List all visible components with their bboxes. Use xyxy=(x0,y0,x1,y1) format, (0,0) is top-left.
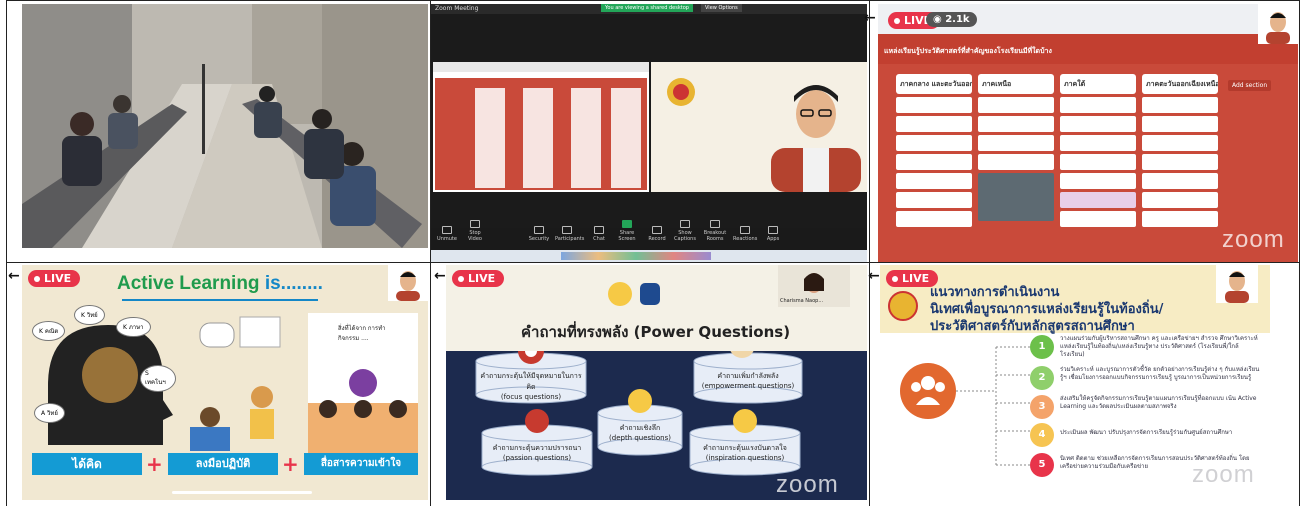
step-connector-lines xyxy=(956,346,1030,466)
presenter-thumbnail xyxy=(1258,4,1298,44)
grid-line-vertical xyxy=(6,0,7,506)
school-logo xyxy=(888,291,918,321)
bubble-k-language: K ภาษา xyxy=(116,317,151,337)
live-badge: LIVE xyxy=(452,270,505,287)
slide-title: Active Learning is........ xyxy=(117,273,323,294)
eye-icon: ◉ xyxy=(933,14,946,25)
panel-supervision-steps: LIVE แนวทางการดำเนินงาน นิเทศเพื่อบูรณาก… xyxy=(880,265,1270,493)
step-number-2: 2 xyxy=(1030,366,1054,390)
toolbar-breakout[interactable]: Breakout Rooms xyxy=(703,220,727,242)
zoom-watermark: zoom xyxy=(1222,226,1285,253)
zoom-toolbar: Unmute Stop Video Security Participants … xyxy=(431,220,867,250)
plus-sign: + xyxy=(146,452,163,476)
participant-name: Charisma Naop... xyxy=(780,298,824,304)
step-number-5: 5 xyxy=(1030,453,1054,477)
bubble-k-math: K คณิต xyxy=(32,321,66,341)
meeting-room-illustration xyxy=(22,4,428,248)
panel-meeting-room-photo xyxy=(22,4,428,248)
thinking-emoji-icon xyxy=(608,282,660,306)
viewer-count-badge: ◉ 2.1k xyxy=(926,12,977,27)
board-column-central: ภาคกลาง และตะวันออก xyxy=(896,74,972,249)
bubble-s-tech: S เทคโนฯ xyxy=(140,365,176,392)
step-number-3: 3 xyxy=(1030,395,1054,419)
view-options-button[interactable]: View Options xyxy=(701,4,742,12)
footer-communicate: สื่อสารความเข้าใจ xyxy=(304,453,418,475)
footer-think: ได้คิด xyxy=(32,453,142,475)
question-focus: คำถามกระตุ้นให้มีจุดหมายในการคิด (focus q… xyxy=(480,372,582,401)
slide-title: คำถามที่ทรงพลัง (Power Questions) xyxy=(521,323,791,341)
panel-active-learning: LIVE Active Learning is........ K คณิต K… xyxy=(22,265,428,500)
zoom-top-bar: Zoom Meeting You are viewing a shared de… xyxy=(431,4,867,14)
step-number-1: 1 xyxy=(1030,335,1054,359)
step-text-3: ส่งเสริมให้ครูจัดกิจกรรมการเรียนรู้ตามแผ… xyxy=(1060,395,1257,410)
note-text: สิ่งที่ได้จาก การทำกิจกรรม .... xyxy=(338,325,386,342)
speaker-illustration xyxy=(667,78,861,192)
toolbar-reactions[interactable]: Reactions xyxy=(733,226,757,242)
board-column-south: ภาคใต้ xyxy=(1060,74,1136,249)
zoom-title: Zoom Meeting xyxy=(435,5,479,12)
zoom-watermark: zoom xyxy=(776,471,839,498)
grid-line-vertical xyxy=(869,0,870,506)
board-header: แหล่งเรียนรู้ประวัติศาสตร์ที่สำคัญของโรง… xyxy=(878,34,1298,64)
step-number-4: 4 xyxy=(1030,423,1054,447)
hands-on-illustration xyxy=(190,316,281,451)
toolbar-apps[interactable]: Apps xyxy=(761,226,785,242)
grid-line-vertical xyxy=(1299,0,1300,506)
bubble-a-science: A วิทย์ xyxy=(34,403,65,423)
live-badge: LIVE xyxy=(28,270,81,287)
toolbar-participants[interactable]: Participants xyxy=(555,226,584,242)
back-arrow-icon[interactable]: ← xyxy=(8,268,20,284)
panel-power-questions: LIVE คำถามที่ทรงพลัง (Power Questions) C… xyxy=(446,265,867,500)
toolbar-unmute[interactable]: Unmute xyxy=(435,226,459,242)
toolbar-record[interactable]: Record xyxy=(645,226,669,242)
title-underline xyxy=(122,299,318,301)
windows-taskbar xyxy=(431,250,867,262)
footer-practice: ลงมือปฏิบัติ xyxy=(168,453,278,475)
add-section-button[interactable]: Add section xyxy=(1228,80,1272,91)
step-text-1: วางแผนร่วมกับผู้บริหารสถานศึกษา ครู และเ… xyxy=(1060,335,1258,358)
step-text-2: ร่วมวิเคราะห์ และบูรณาการตัวชี้วัด ยกตัว… xyxy=(1060,366,1260,381)
board-column-north: ภาคเหนือ xyxy=(978,74,1054,249)
toolbar-chat[interactable]: Chat xyxy=(587,226,611,242)
toolbar-security[interactable]: Security xyxy=(527,226,551,242)
question-passion: คำถามกระตุ้นความปรารถนา (passion question… xyxy=(492,444,582,462)
panel-zoom-screen-share: Zoom Meeting You are viewing a shared de… xyxy=(431,4,867,262)
progress-bar xyxy=(172,491,312,494)
grid-line-horizontal xyxy=(6,262,1300,263)
sharing-banner: You are viewing a shared desktop xyxy=(601,4,693,12)
speaker-video xyxy=(651,62,867,192)
group-icon xyxy=(900,363,956,419)
panel-board-live: แหล่งเรียนรู้ประวัติศาสตร์ที่สำคัญของโรง… xyxy=(878,4,1298,262)
board-column-northeast: ภาคตะวันออกเฉียงเหนือ xyxy=(1142,74,1218,249)
plus-sign: + xyxy=(282,452,299,476)
toolbar-stop-video[interactable]: Stop Video xyxy=(463,220,487,242)
back-arrow-icon[interactable]: ← xyxy=(434,268,446,284)
toolbar-captions[interactable]: Show Captions xyxy=(673,220,697,242)
toolbar-share-screen[interactable]: Share Screen xyxy=(615,220,639,242)
zoom-watermark: zoom xyxy=(1192,461,1255,488)
shared-board-preview xyxy=(435,78,647,190)
question-depth: คำถามเชิงลึก (depth questions) xyxy=(609,424,671,442)
presenter-thumbnail xyxy=(388,265,428,301)
grid-line-vertical xyxy=(430,0,431,506)
board-title: แหล่งเรียนรู้ประวัติศาสตร์ที่สำคัญของโรง… xyxy=(884,47,1052,55)
question-inspiration: คำถามกระตุ้นแรงบันดาลใจ (inspiration ques… xyxy=(703,444,787,462)
shared-browser-window xyxy=(433,62,649,192)
grid-line-horizontal xyxy=(6,0,1300,1)
presenter-thumbnail xyxy=(1216,265,1258,303)
note-card: สิ่งที่ได้จาก การทำกิจกรรม .... xyxy=(308,313,418,453)
question-empowerment: คำถามเพิ่มกำลังพลัง (empowerment question… xyxy=(701,372,795,390)
slide-title-line3: ประวัติศาสตร์กับหลักสูตรสถานศึกษา xyxy=(930,319,1135,334)
bubble-k-science: K วิทย์ xyxy=(74,305,105,325)
step-text-4: ประเมินผล พัฒนา ปรับปรุงการจัดการเรียนรู… xyxy=(1060,429,1233,436)
participant-tile: Charisma Naop... xyxy=(778,265,850,307)
